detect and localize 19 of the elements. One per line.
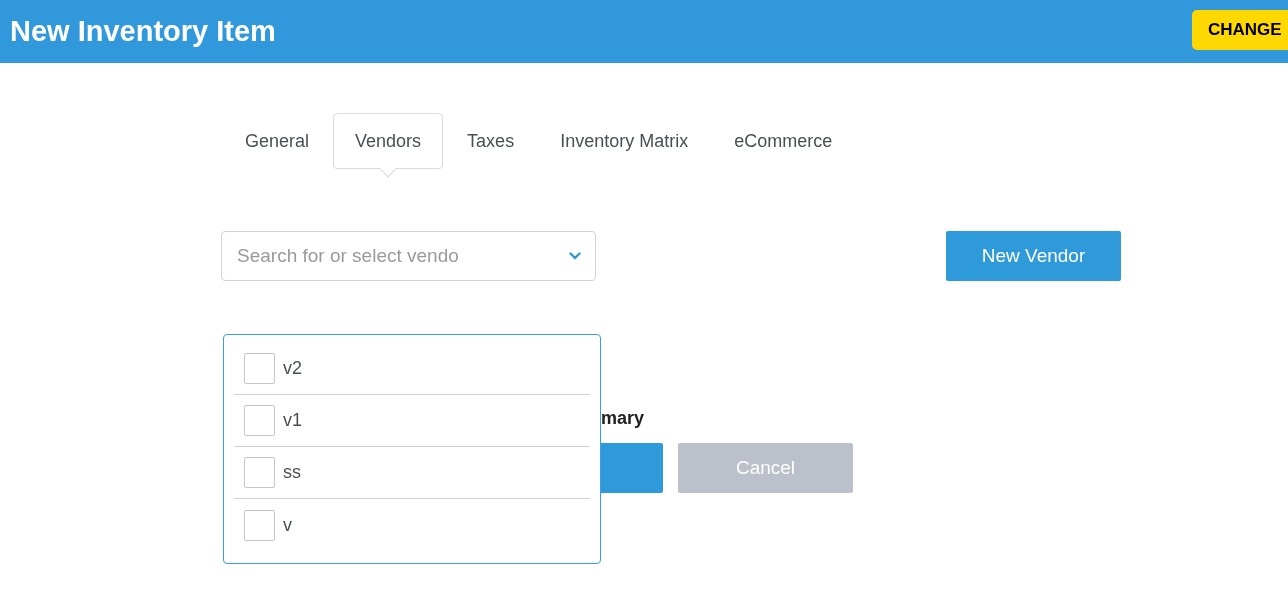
tab[interactable]: Vendors — [333, 113, 444, 169]
page-title: New Inventory Item — [10, 13, 276, 49]
save-button[interactable] — [601, 443, 663, 493]
vendor-option[interactable]: v — [234, 499, 590, 551]
tab[interactable]: Taxes — [444, 113, 538, 169]
vendor-option[interactable]: v1 — [234, 395, 590, 447]
checkbox[interactable] — [244, 353, 275, 384]
tab[interactable]: General — [222, 113, 333, 169]
tab[interactable]: eCommerce — [711, 113, 856, 169]
vendor-search-field[interactable]: Search for or select vendo — [221, 231, 596, 281]
checkbox[interactable] — [244, 405, 275, 436]
tab[interactable]: Inventory Matrix — [537, 113, 712, 169]
vendor-option[interactable]: ss — [234, 447, 590, 499]
chevron-down-icon — [569, 252, 581, 260]
option-label: mary — [601, 408, 645, 428]
checkbox[interactable] — [244, 509, 275, 541]
vendor-option[interactable]: v2 — [234, 343, 590, 395]
checkbox[interactable] — [244, 457, 275, 488]
change-button[interactable]: CHANGE — [1192, 10, 1288, 50]
